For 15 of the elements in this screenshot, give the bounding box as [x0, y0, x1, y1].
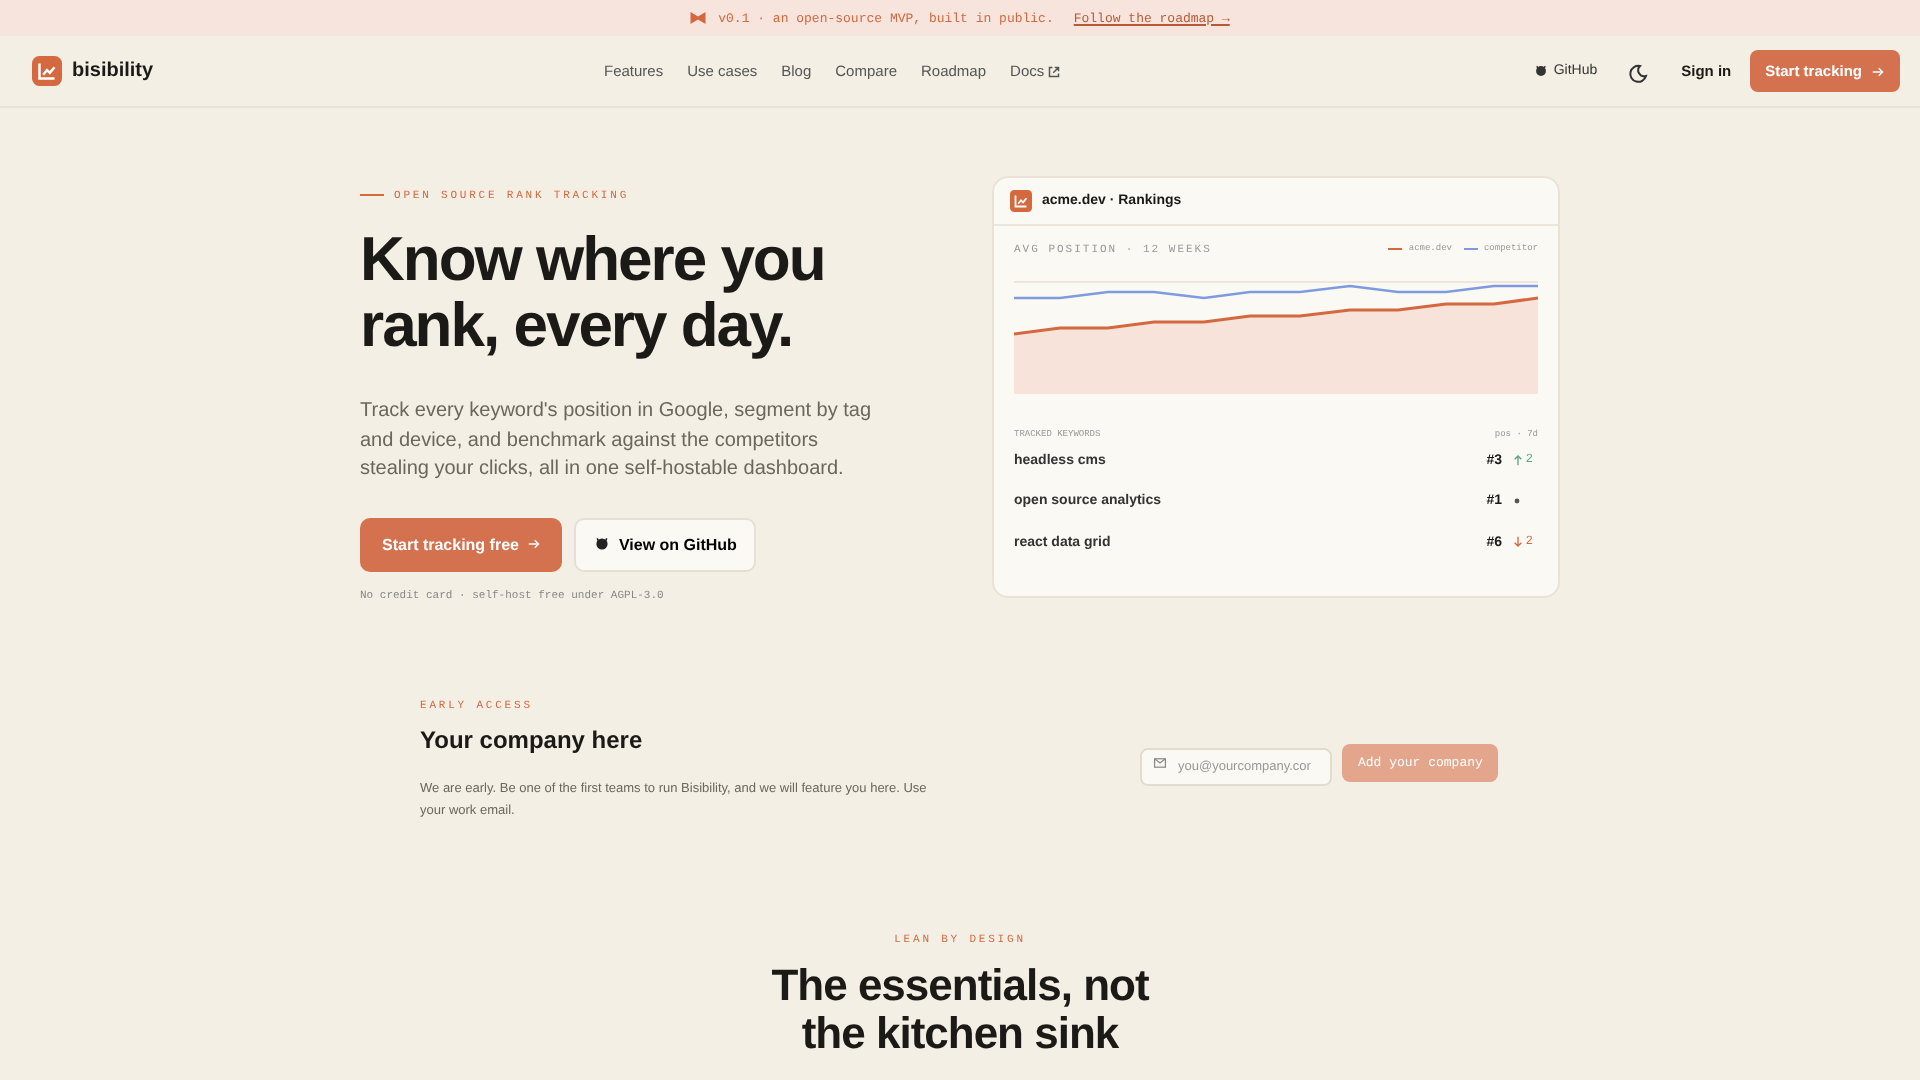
brand-name: bisibility: [72, 60, 154, 82]
arrow-right-icon: [1872, 65, 1884, 77]
logo-icon: [32, 56, 62, 86]
arrow-right-icon: [528, 538, 541, 550]
section-heading: The essentials, not the kitchen sink: [769, 961, 1151, 1057]
hero-title: Know where you rank, every day.: [360, 226, 827, 358]
hero-description: Track every keyword's position in Google, segment by tag and device, and benchmark against the competitors stealing your clicks, all in one self-hostable dashboard.: [360, 398, 874, 484]
external-link-icon: [1048, 65, 1061, 77]
github-icon: [594, 536, 611, 552]
section-title: Your company here: [420, 725, 645, 753]
chart-logo-icon: [1010, 190, 1032, 212]
view-on-github-button[interactable]: View on GitHub: [574, 517, 757, 571]
theme-toggle-button[interactable]: [1625, 59, 1650, 83]
mail-icon: [1154, 758, 1166, 768]
github-icon: [1533, 64, 1548, 78]
